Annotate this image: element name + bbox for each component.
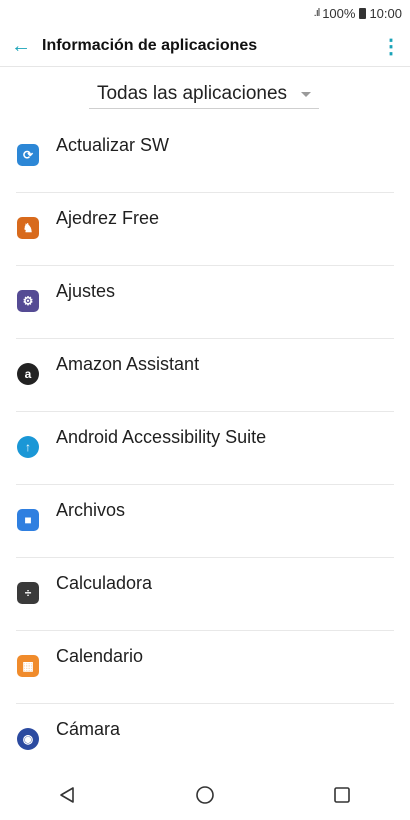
app-row-amazon-assistant[interactable]: a Amazon Assistant [0, 339, 410, 412]
page-title: Información de aplicaciones [42, 37, 258, 54]
nav-home-button[interactable] [175, 775, 235, 815]
nav-recents-button[interactable] [312, 775, 372, 815]
clock: 10:00 [369, 5, 402, 21]
app-label: Android Accessibility Suite [56, 427, 267, 447]
recents-square-icon [333, 787, 350, 803]
folder-icon: ■ [17, 509, 39, 531]
battery-icon [359, 7, 367, 19]
app-row-actualizar-sw[interactable]: ⟳ Actualizar SW [0, 120, 410, 193]
filter-selected-value: Todas las aplicaciones [96, 83, 288, 104]
calendar-icon: ▦ [17, 655, 39, 677]
app-row-camara[interactable]: ◉ Cámara [0, 704, 410, 777]
accessibility-icon: ↑ [17, 436, 39, 458]
chess-icon: ♞ [17, 217, 39, 239]
app-filter-dropdown[interactable]: Todas las aplicaciones [89, 80, 319, 109]
update-icon: ⟳ [17, 144, 39, 166]
status-bar: .ıl 100% 10:00 [0, 0, 410, 26]
app-label: Ajustes [56, 281, 116, 301]
settings-gear-icon: ⚙ [17, 290, 39, 312]
back-arrow-icon[interactable]: ← [0, 35, 42, 58]
app-bar: ← Información de aplicaciones ⋮ [0, 26, 410, 67]
back-triangle-icon [60, 787, 75, 803]
app-label: Ajedrez Free [56, 208, 160, 228]
app-list: ⟳ Actualizar SW ♞ Ajedrez Free ⚙ Ajustes… [0, 120, 410, 777]
app-row-ajustes[interactable]: ⚙ Ajustes [0, 266, 410, 339]
app-label: Calendario [56, 646, 144, 666]
navigation-bar [0, 770, 410, 820]
amazon-icon: a [17, 363, 39, 385]
app-label: Calculadora [56, 573, 153, 593]
app-label: Archivos [56, 500, 126, 520]
app-label: Actualizar SW [56, 135, 170, 155]
camera-icon: ◉ [17, 728, 39, 750]
dropdown-caret-icon [301, 91, 312, 97]
app-label: Amazon Assistant [56, 354, 200, 374]
calculator-icon: ÷ [17, 582, 39, 604]
battery-percent: 100% [322, 5, 356, 21]
app-label: Cámara [56, 719, 121, 739]
nav-back-button[interactable] [38, 775, 98, 815]
app-row-archivos[interactable]: ■ Archivos [0, 485, 410, 558]
app-row-calculadora[interactable]: ÷ Calculadora [0, 558, 410, 631]
app-row-calendario[interactable]: ▦ Calendario [0, 631, 410, 704]
app-row-ajedrez-free[interactable]: ♞ Ajedrez Free [0, 193, 410, 266]
app-row-android-accessibility-suite[interactable]: ↑ Android Accessibility Suite [0, 412, 410, 485]
more-options-icon[interactable]: ⋮ [376, 34, 406, 59]
signal-icon: .ıl [313, 7, 320, 19]
home-circle-icon [196, 786, 214, 804]
